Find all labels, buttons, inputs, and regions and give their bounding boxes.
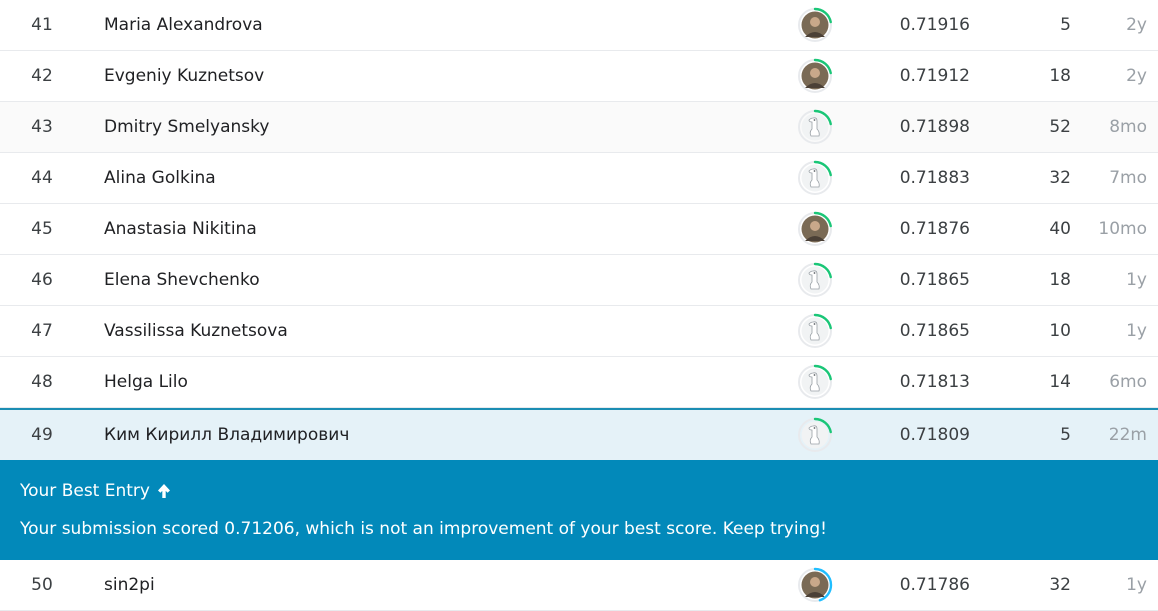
team-name[interactable]: Maria Alexandrova	[104, 0, 263, 50]
photo-avatar-icon[interactable]	[797, 7, 833, 43]
banner-title-row: Your Best Entry	[20, 481, 172, 501]
last-submission-cell: 2y	[1126, 66, 1147, 86]
leaderboard-row[interactable]: 42 Evgeniy Kuznetsov 0.71912 18 2y	[0, 51, 1158, 102]
default-goose-avatar-icon[interactable]	[797, 364, 833, 400]
team-name[interactable]: Ким Кирилл Владимирович	[104, 410, 349, 460]
leaderboard-row[interactable]: 45 Anastasia Nikitina 0.71876 40 10mo	[0, 204, 1158, 255]
entries-cell: 18	[1049, 66, 1071, 86]
leaderboard-row[interactable]: 47 Vassilissa Kuznetsova 0.71865 10 1y	[0, 306, 1158, 357]
entries-cell: 52	[1049, 117, 1071, 137]
score-cell: 0.71865	[899, 321, 970, 341]
last-submission-cell: 1y	[1126, 270, 1147, 290]
leaderboard-rows-after: 50 sin2pi 0.71786 32 1y	[0, 560, 1158, 611]
rank-cell: 46	[31, 270, 53, 290]
team-name[interactable]: Vassilissa Kuznetsova	[104, 306, 288, 356]
last-submission-cell: 7mo	[1109, 168, 1147, 188]
team-name[interactable]: Dmitry Smelyansky	[104, 102, 269, 152]
leaderboard-row[interactable]: 46 Elena Shevchenko 0.71865 18 1y	[0, 255, 1158, 306]
rank-cell: 45	[31, 219, 53, 239]
rank-cell: 43	[31, 117, 53, 137]
last-submission-cell: 6mo	[1109, 372, 1147, 392]
my-entry-row[interactable]: 49 Ким Кирилл Владимирович 0.71809 5 22m	[0, 408, 1158, 460]
team-name[interactable]: Alina Golkina	[104, 153, 216, 203]
score-cell: 0.71876	[899, 219, 970, 239]
team-name[interactable]: Anastasia Nikitina	[104, 204, 257, 254]
team-name[interactable]: Evgeniy Kuznetsov	[104, 51, 264, 101]
last-submission-cell: 2y	[1126, 15, 1147, 35]
rank-cell: 44	[31, 168, 53, 188]
best-entry-banner: Your Best Entry Your submission scored 0…	[0, 460, 1158, 560]
rank-cell: 42	[31, 66, 53, 86]
score-cell: 0.71809	[899, 425, 970, 445]
last-submission-cell: 1y	[1126, 321, 1147, 341]
entries-cell: 10	[1049, 321, 1071, 341]
entries-cell: 14	[1049, 372, 1071, 392]
last-submission-cell: 8mo	[1109, 117, 1147, 137]
leaderboard-row[interactable]: 44 Alina Golkina 0.71883 32 7mo	[0, 153, 1158, 204]
rank-cell: 48	[31, 372, 53, 392]
score-cell: 0.71813	[899, 372, 970, 392]
rank-cell: 47	[31, 321, 53, 341]
score-cell: 0.71916	[899, 15, 970, 35]
score-cell: 0.71898	[899, 117, 970, 137]
leaderboard-row[interactable]: 50 sin2pi 0.71786 32 1y	[0, 560, 1158, 611]
leaderboard-row[interactable]: 48 Helga Lilo 0.71813 14 6mo	[0, 357, 1158, 408]
score-cell: 0.71883	[899, 168, 970, 188]
default-goose-avatar-icon[interactable]	[797, 160, 833, 196]
rank-cell: 49	[31, 425, 53, 445]
entries-cell: 32	[1049, 168, 1071, 188]
team-name[interactable]: Helga Lilo	[104, 357, 188, 407]
photo-avatar-icon[interactable]	[797, 211, 833, 247]
default-goose-avatar-icon[interactable]	[797, 109, 833, 145]
leaderboard-row[interactable]: 41 Maria Alexandrova 0.71916 5 2y	[0, 0, 1158, 51]
entries-cell: 40	[1049, 219, 1071, 239]
banner-title: Your Best Entry	[20, 481, 150, 501]
default-goose-avatar-icon[interactable]	[797, 262, 833, 298]
default-goose-avatar-icon[interactable]	[797, 417, 833, 453]
score-cell: 0.71786	[899, 575, 970, 595]
entries-cell: 5	[1060, 425, 1071, 445]
last-submission-cell: 1y	[1126, 575, 1147, 595]
arrow-up-icon	[156, 483, 172, 499]
team-name[interactable]: sin2pi	[104, 560, 155, 610]
leaderboard-rows: 41 Maria Alexandrova 0.71916 5 2y 42 Evgeniy K…	[0, 0, 1158, 408]
photo-avatar-icon[interactable]	[797, 567, 833, 603]
photo-avatar-icon[interactable]	[797, 58, 833, 94]
leaderboard-row[interactable]: 43 Dmitry Smelyansky 0.71898 52 8mo	[0, 102, 1158, 153]
last-submission-cell: 10mo	[1098, 219, 1147, 239]
banner-message: Your submission scored 0.71206, which is…	[20, 519, 827, 539]
rank-cell: 50	[31, 575, 53, 595]
entries-cell: 32	[1049, 575, 1071, 595]
leaderboard: 41 Maria Alexandrova 0.71916 5 2y 42 Evgeniy K…	[0, 0, 1158, 611]
last-submission-cell: 22m	[1108, 425, 1147, 445]
score-cell: 0.71865	[899, 270, 970, 290]
default-goose-avatar-icon[interactable]	[797, 313, 833, 349]
score-cell: 0.71912	[899, 66, 970, 86]
team-name[interactable]: Elena Shevchenko	[104, 255, 260, 305]
rank-cell: 41	[31, 15, 53, 35]
entries-cell: 18	[1049, 270, 1071, 290]
entries-cell: 5	[1060, 15, 1071, 35]
